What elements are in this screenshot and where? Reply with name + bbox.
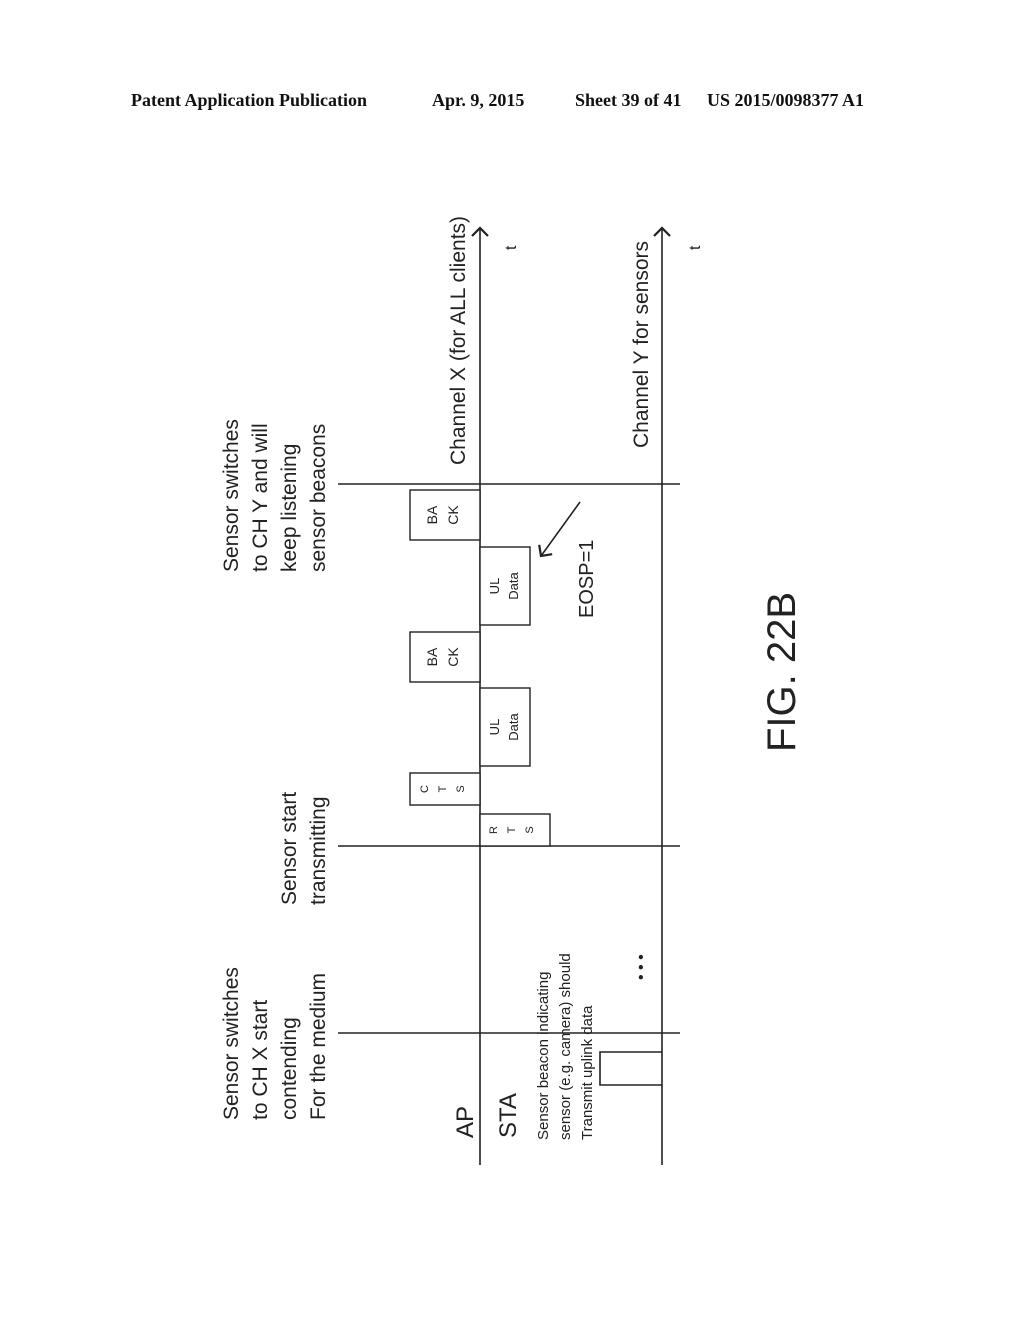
cts-frame: C T S [409,772,481,806]
svg-text:BA: BA [424,505,440,524]
eosp-arrow [538,501,581,558]
event-switch-y: Sensor switches to CH Y and will keep li… [220,419,330,572]
svg-text:CK: CK [445,647,461,667]
channel-x-label: Channel X (for ALL clients) [447,216,470,465]
svg-text:UL: UL [487,719,502,736]
sensor-beacon-frame [599,1051,662,1086]
back-frame-1: BA CK [409,631,481,683]
svg-text:contending: contending [278,1017,301,1120]
svg-text:sensor (e.g. camera) should: sensor (e.g. camera) should [557,953,574,1140]
ul-data-frame-2: UL Data [479,546,531,626]
svg-text:Sensor beacon indicating: Sensor beacon indicating [535,972,552,1140]
svg-text:BA: BA [424,647,440,666]
time-label-x: t [503,245,520,250]
svg-text:CK: CK [445,505,461,525]
rts-letter: T [506,826,518,833]
cts-letter: T [437,785,449,792]
sta-label: STA [495,1093,522,1138]
rts-letter: S [524,826,536,833]
svg-text:keep listening: keep listening [278,444,301,572]
svg-text:to CH Y and will: to CH Y and will [249,423,272,572]
svg-text:sensor beacons: sensor beacons [307,424,330,572]
back-frame-2: BA CK [409,489,481,541]
beacon-note: Sensor beacon indicating sensor (e.g. ca… [535,953,596,1140]
ul-data-frame-1: UL Data [479,687,531,767]
svg-text:to CH X start: to CH X start [249,1000,272,1120]
ap-label: AP [452,1106,479,1138]
cts-letter: S [455,785,467,792]
event-switch-x: Sensor switches to CH X start contending… [220,967,330,1120]
rts-frame: R T S [479,813,551,847]
cts-letter: C [419,785,431,793]
event-start-tx: Sensor start transmitting [278,792,330,905]
svg-text:For the medium: For the medium [307,973,330,1120]
svg-text:Data: Data [506,572,521,600]
figure-label: FIG. 22B [760,592,804,752]
eosp-label: EOSP=1 [576,540,598,618]
channel-y-label: Channel Y for sensors [630,241,653,448]
svg-text:UL: UL [487,578,502,595]
time-label-y: t [687,245,704,250]
rts-letter: R [488,826,500,834]
svg-text:Data: Data [506,713,521,741]
ellipsis: • • • [633,954,650,980]
svg-text:Sensor switches: Sensor switches [220,419,243,572]
svg-text:Transmit uplink data: Transmit uplink data [579,1005,596,1140]
svg-text:Sensor start: Sensor start [278,792,301,905]
svg-text:transmitting: transmitting [307,796,330,905]
timing-diagram: R T S C T S UL Data BA CK UL Data BA CK … [220,216,804,1165]
svg-text:Sensor switches: Sensor switches [220,967,243,1120]
